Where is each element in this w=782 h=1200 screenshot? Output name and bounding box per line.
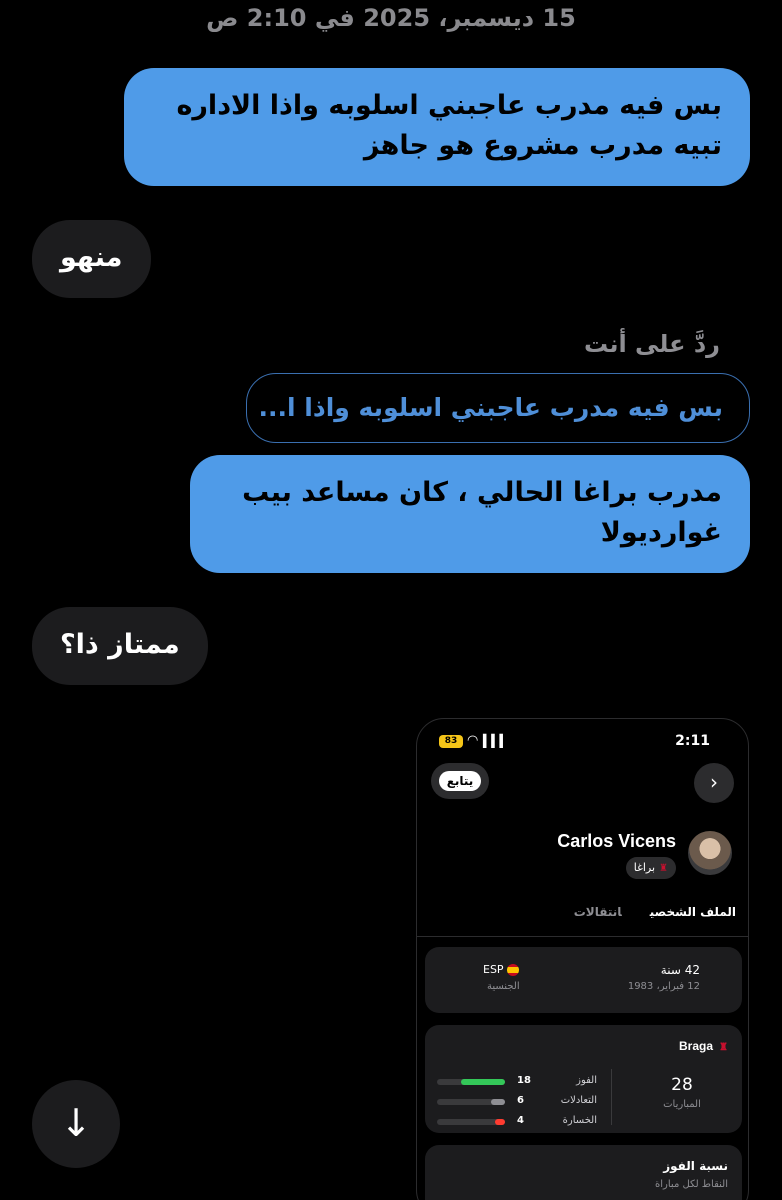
tab-profile: الملف الشخصي: [649, 905, 736, 919]
stat-label: الخسارة: [562, 1115, 597, 1126]
stat-value: 4: [517, 1115, 524, 1126]
divider: [417, 936, 748, 937]
matches-count: 28: [671, 1075, 693, 1095]
arrow-down-icon: ↓: [60, 1101, 92, 1145]
win-rate-subtitle: النقاط لكل مباراة: [655, 1179, 728, 1190]
club-crest-icon: ♜: [719, 1042, 728, 1053]
battery-icon: 83: [439, 735, 463, 748]
club-name: براغا: [633, 861, 656, 874]
shared-screenshot[interactable]: 83 ◠ ▍▍▍ 2:11 يتابع › Carlos Vicens ♜برا…: [416, 718, 749, 1200]
status-time: 2:11: [675, 733, 710, 749]
stat-label: الفوز: [576, 1075, 597, 1086]
stat-value: 18: [517, 1075, 531, 1086]
birth-date: 12 فبراير، 1983: [627, 981, 700, 992]
stat-bar-fill: [461, 1079, 505, 1085]
divider: [611, 1069, 612, 1125]
message-bubble-incoming[interactable]: ممتاز ذا؟: [32, 607, 208, 685]
spain-flag-icon: [507, 964, 520, 976]
message-bubble-outgoing[interactable]: بس فيه مدرب عاجبني اسلوبه واذا الاداره ت…: [124, 68, 750, 186]
tab-transfers: انتقالات: [573, 905, 622, 919]
follow-button: يتابع: [431, 763, 489, 799]
scroll-down-button[interactable]: ↓: [32, 1080, 120, 1168]
player-name: Carlos Vicens: [557, 831, 676, 851]
club-crest-icon: ♜: [659, 863, 668, 874]
stats-card: Braga ♜ 28 المباريات 18 الفوز 6 التعادلات 4 ال…: [425, 1025, 742, 1133]
profile-tabs: الملف الشخصي انتقالات: [546, 905, 736, 919]
team-name: Braga ♜: [679, 1039, 728, 1053]
stat-bar-fill: [491, 1099, 505, 1105]
reply-label: ردَّ على أنت: [584, 330, 720, 358]
win-rate-card: نسبة الفوز النقاط لكل مباراة: [425, 1145, 742, 1200]
stat-row: 18 الفوز: [437, 1075, 597, 1089]
club-chip: ♜براغا: [625, 857, 676, 879]
status-bar: 83 ◠ ▍▍▍ 2:11: [417, 733, 748, 753]
chevron-right-icon: ›: [694, 763, 734, 803]
matches-label: المباريات: [663, 1099, 701, 1110]
signal-icon: ▍▍▍: [483, 734, 509, 748]
info-card: 42 سنة 12 فبراير، 1983 ESP الجنسية: [425, 947, 742, 1013]
age-value: 42 سنة: [660, 963, 700, 977]
quoted-message[interactable]: بس فيه مدرب عاجبني اسلوبه واذا ا...: [246, 373, 750, 443]
follow-label: يتابع: [438, 771, 482, 791]
avatar: [688, 831, 732, 875]
stat-bar: [437, 1099, 505, 1105]
stat-bar: [437, 1079, 505, 1085]
stat-bar: [437, 1119, 505, 1125]
stat-value: 6: [517, 1095, 524, 1106]
message-bubble-incoming[interactable]: منهو: [32, 220, 151, 298]
message-bubble-outgoing[interactable]: مدرب براغا الحالي ، كان مساعد بيب غواردي…: [190, 455, 750, 573]
nationality-label: الجنسية: [487, 981, 520, 992]
stat-label: التعادلات: [560, 1095, 597, 1106]
win-rate-title: نسبة الفوز: [663, 1159, 728, 1173]
nationality-value: ESP: [483, 963, 520, 976]
wifi-icon: ◠: [467, 733, 479, 748]
stat-row: 6 التعادلات: [437, 1095, 597, 1109]
stat-row: 4 الخسارة: [437, 1115, 597, 1129]
chat-timestamp: 15 ديسمبر، 2025 في 2:10 ص: [206, 4, 576, 32]
stat-bar-fill: [495, 1119, 505, 1125]
